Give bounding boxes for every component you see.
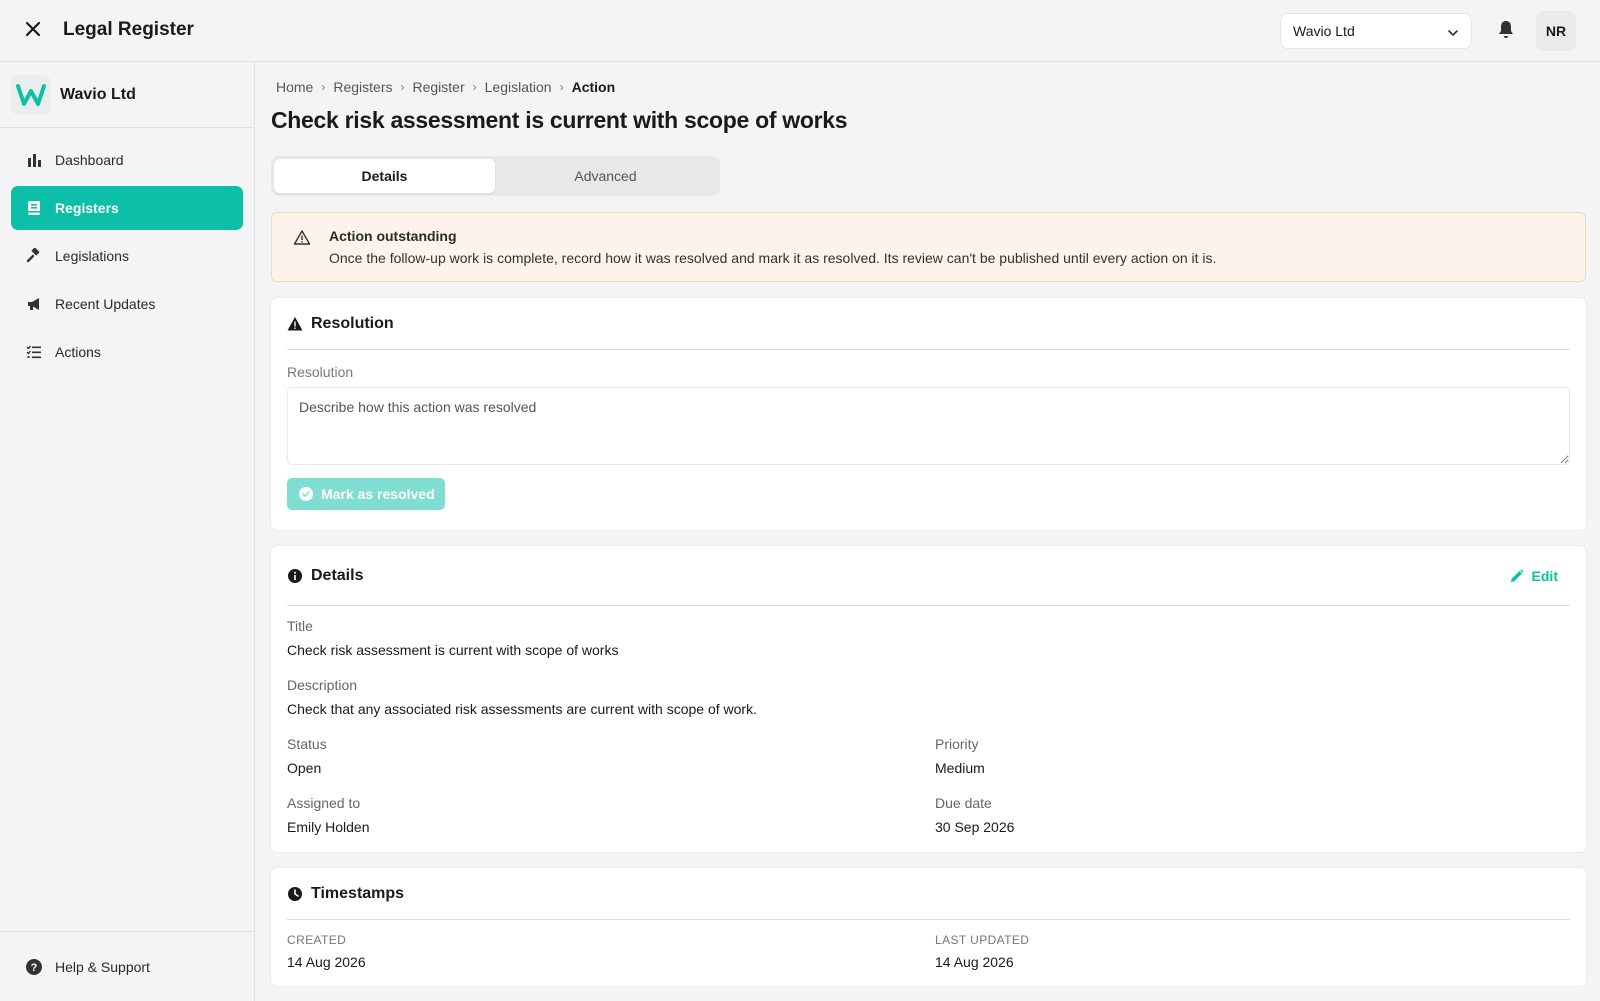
timestamps-card: Timestamps CREATED 14 Aug 2026 LAST UPDA… <box>271 868 1586 986</box>
resolution-card-header: Resolution <box>287 298 1570 350</box>
svg-text:?: ? <box>31 962 38 974</box>
title-value: Check risk assessment is current with sc… <box>287 642 619 658</box>
breadcrumb: Home › Registers › Register › Legislatio… <box>276 79 615 95</box>
app-title: Legal Register <box>63 19 194 40</box>
sidebar-item-recent-updates[interactable]: Recent Updates <box>11 282 243 326</box>
last-updated-label: LAST UPDATED <box>935 933 1030 947</box>
details-card-header: Details <box>287 546 1570 606</box>
resolution-field-label: Resolution <box>287 364 354 380</box>
details-card-title: Details <box>311 566 364 584</box>
tab-details[interactable]: Details <box>274 159 495 193</box>
tab-advanced[interactable]: Advanced <box>495 159 716 193</box>
sidebar-item-actions[interactable]: Actions <box>11 330 243 374</box>
sidebar-item-legislations[interactable]: Legislations <box>11 234 243 278</box>
chevron-right-icon: › <box>472 80 477 94</box>
close-icon[interactable] <box>22 18 44 40</box>
sidebar-item-label: Dashboard <box>55 152 124 168</box>
sidebar-item-dashboard[interactable]: Dashboard <box>11 138 243 182</box>
sidebar: Wavio Ltd Dashboard Registers Legislatio… <box>0 62 255 1001</box>
due-date-value: 30 Sep 2026 <box>935 819 1015 835</box>
assigned-to-label: Assigned to <box>287 795 361 811</box>
last-updated-value: 14 Aug 2026 <box>935 954 1014 970</box>
clock-icon <box>287 886 303 902</box>
book-icon <box>25 199 43 217</box>
created-value: 14 Aug 2026 <box>287 954 366 970</box>
sidebar-nav: Dashboard Registers Legislations Recent … <box>0 128 254 388</box>
chevron-right-icon: › <box>400 80 405 94</box>
help-icon: ? <box>25 958 43 976</box>
sidebar-org-name: Wavio Ltd <box>60 85 136 103</box>
checklist-icon <box>25 343 43 361</box>
bar-chart-icon <box>25 151 43 169</box>
sidebar-item-label: Actions <box>55 344 101 360</box>
info-icon <box>287 568 303 584</box>
gavel-icon <box>25 247 43 265</box>
sidebar-org: Wavio Ltd <box>0 62 254 128</box>
mark-as-resolved-button[interactable]: Mark as resolved <box>287 478 445 510</box>
priority-value: Medium <box>935 760 985 776</box>
chevron-down-icon <box>1447 26 1459 42</box>
pencil-icon <box>1510 569 1524 583</box>
title-label: Title <box>287 618 313 634</box>
edit-details-button[interactable]: Edit <box>1510 568 1558 584</box>
resolution-card: Resolution Resolution Mark as resolved <box>271 298 1586 530</box>
chevron-right-icon: › <box>559 80 564 94</box>
warning-outline-icon <box>293 229 311 247</box>
edit-label: Edit <box>1531 568 1558 584</box>
tab-bar: Details Advanced <box>271 156 720 196</box>
warning-icon <box>287 316 303 332</box>
organization-select-value: Wavio Ltd <box>1293 23 1355 39</box>
sidebar-item-registers[interactable]: Registers <box>11 186 243 230</box>
organization-select[interactable]: Wavio Ltd <box>1280 13 1472 49</box>
check-circle-icon <box>299 487 313 501</box>
priority-label: Priority <box>935 736 979 752</box>
sidebar-item-label: Registers <box>55 200 119 216</box>
action-outstanding-alert: Action outstanding Once the follow-up wo… <box>271 212 1586 282</box>
breadcrumb-current: Action <box>571 79 616 95</box>
timestamps-card-header: Timestamps <box>287 868 1570 920</box>
breadcrumb-home[interactable]: Home <box>276 79 313 95</box>
description-label: Description <box>287 677 358 693</box>
resolution-card-title: Resolution <box>311 314 394 332</box>
sidebar-item-label: Recent Updates <box>55 296 156 312</box>
mark-as-resolved-label: Mark as resolved <box>321 486 435 502</box>
avatar[interactable]: NR <box>1536 11 1576 51</box>
status-value: Open <box>287 760 322 776</box>
resolution-textarea[interactable] <box>287 387 1570 465</box>
details-card: Details Edit Title Check risk assessment… <box>271 546 1586 852</box>
breadcrumb-legislation[interactable]: Legislation <box>485 79 552 95</box>
alert-title: Action outstanding <box>329 228 457 244</box>
alert-message: Once the follow-up work is complete, rec… <box>329 250 1217 266</box>
due-date-label: Due date <box>935 795 992 811</box>
chevron-right-icon: › <box>321 80 326 94</box>
breadcrumb-register[interactable]: Register <box>413 79 465 95</box>
breadcrumb-registers[interactable]: Registers <box>333 79 392 95</box>
status-label: Status <box>287 736 327 752</box>
sidebar-item-label: Legislations <box>55 248 129 264</box>
help-support-link[interactable]: ? Help & Support <box>0 931 254 1001</box>
bell-icon[interactable] <box>1494 18 1518 42</box>
megaphone-icon <box>25 295 43 313</box>
description-value: Check that any associated risk assessmen… <box>287 701 757 717</box>
created-label: CREATED <box>287 933 347 947</box>
wavio-logo-icon <box>11 74 51 115</box>
assigned-to-value: Emily Holden <box>287 819 370 835</box>
help-support-label: Help & Support <box>55 958 150 975</box>
timestamps-card-title: Timestamps <box>311 884 405 902</box>
top-bar: Legal Register Wavio Ltd NR <box>0 0 1600 62</box>
page-title: Check risk assessment is current with sc… <box>271 107 848 133</box>
